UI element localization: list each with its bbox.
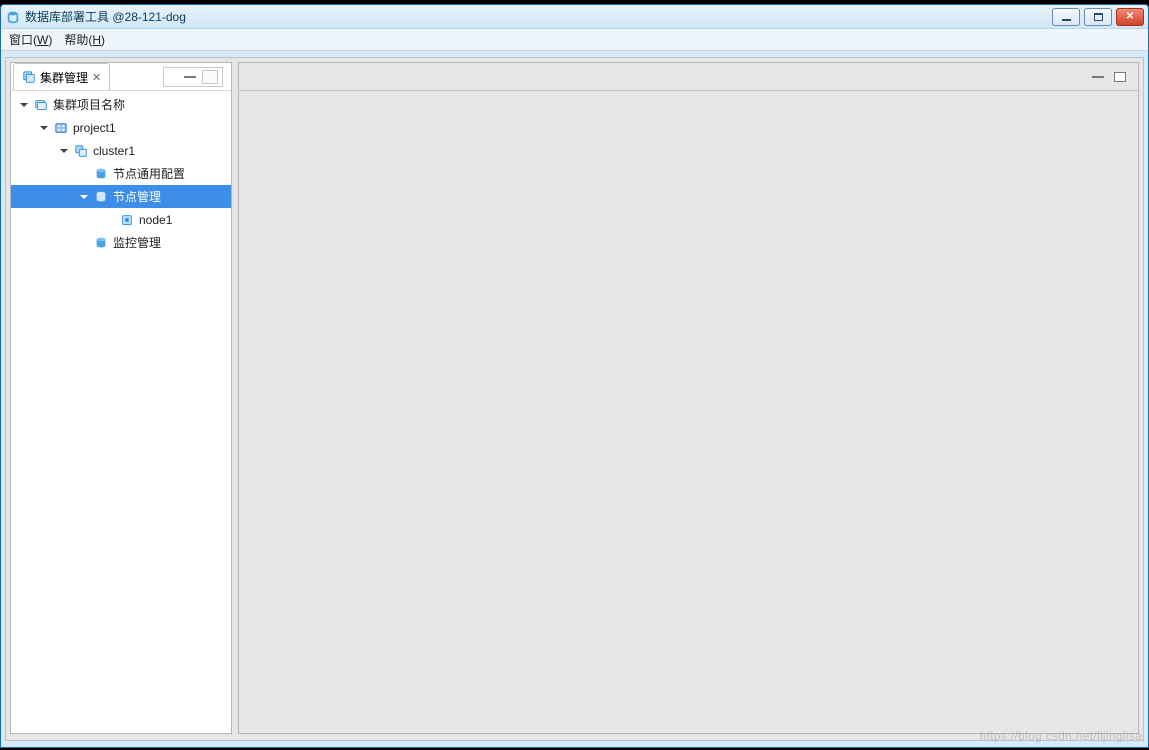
cluster-icon (73, 143, 89, 159)
tree-monitor-mgmt[interactable]: 监控管理 (11, 231, 231, 254)
right-pane-body (239, 91, 1138, 733)
tree-node1[interactable]: node1 (11, 208, 231, 231)
tree-node-common-config[interactable]: 节点通用配置 (11, 162, 231, 185)
tree-project[interactable]: project1 (11, 116, 231, 139)
right-pane (238, 62, 1139, 734)
menu-window[interactable]: 窗口(W) (9, 31, 52, 48)
tree-root-label: 集群项目名称 (53, 96, 125, 113)
database-icon (93, 166, 109, 182)
tree-project-label: project1 (73, 121, 116, 135)
window-title: 数据库部署工具 @28-121-dog (25, 8, 186, 25)
database-icon (93, 189, 109, 205)
menu-help-mnemonic: H (92, 33, 101, 47)
maximize-button[interactable] (1084, 8, 1112, 26)
tree-monitor-mgmt-label: 监控管理 (113, 234, 161, 251)
right-pane-header (239, 63, 1138, 91)
left-pane-header: 集群管理 ✕ (11, 63, 231, 91)
left-pane: 集群管理 ✕ 集群项目名称 project1 (10, 62, 232, 734)
folder-stack-icon (33, 97, 49, 113)
expand-toggle-icon[interactable] (39, 124, 49, 132)
tab-close-icon[interactable]: ✕ (92, 71, 101, 84)
tree-node-common-config-label: 节点通用配置 (113, 165, 185, 182)
menu-window-label: 窗口 (9, 33, 33, 47)
menubar: 窗口(W) 帮助(H) (1, 29, 1148, 51)
tree-root[interactable]: 集群项目名称 (11, 93, 231, 116)
titlebar: 数据库部署工具 @28-121-dog ✕ (1, 5, 1148, 29)
view-slot[interactable] (163, 67, 223, 87)
pane-maximize-icon[interactable] (1114, 72, 1126, 82)
client-area: 集群管理 ✕ 集群项目名称 project1 (5, 57, 1144, 741)
tree: 集群项目名称 project1 cluster1 节点通用配置 (11, 93, 231, 733)
node-chip-icon (119, 212, 135, 228)
tab-cluster-mgmt[interactable]: 集群管理 ✕ (13, 63, 110, 90)
window-buttons: ✕ (1052, 8, 1144, 26)
menu-window-mnemonic: W (37, 33, 48, 47)
expand-toggle-icon[interactable] (59, 147, 69, 155)
menu-help-label: 帮助 (64, 33, 88, 47)
database-icon (93, 235, 109, 251)
pane-minimize-icon[interactable] (1092, 76, 1104, 78)
close-button[interactable]: ✕ (1116, 8, 1144, 26)
cluster-stack-icon (22, 70, 36, 84)
minimize-button[interactable] (1052, 8, 1080, 26)
menu-help[interactable]: 帮助(H) (64, 31, 105, 48)
tree-node1-label: node1 (139, 213, 172, 227)
tree-node-mgmt-label: 节点管理 (113, 188, 161, 205)
tree-cluster[interactable]: cluster1 (11, 139, 231, 162)
app-icon (5, 9, 21, 25)
expand-toggle-icon[interactable] (79, 193, 89, 201)
view-min-icon (184, 76, 196, 78)
window-frame: 数据库部署工具 @28-121-dog ✕ 窗口(W) 帮助(H) 集群管理 ✕ (0, 4, 1149, 748)
tree-cluster-label: cluster1 (93, 144, 135, 158)
view-thumb-icon (202, 70, 218, 84)
project-icon (53, 120, 69, 136)
tree-node-mgmt[interactable]: 节点管理 (11, 185, 231, 208)
expand-toggle-icon[interactable] (19, 101, 29, 109)
tab-label: 集群管理 (40, 69, 88, 86)
